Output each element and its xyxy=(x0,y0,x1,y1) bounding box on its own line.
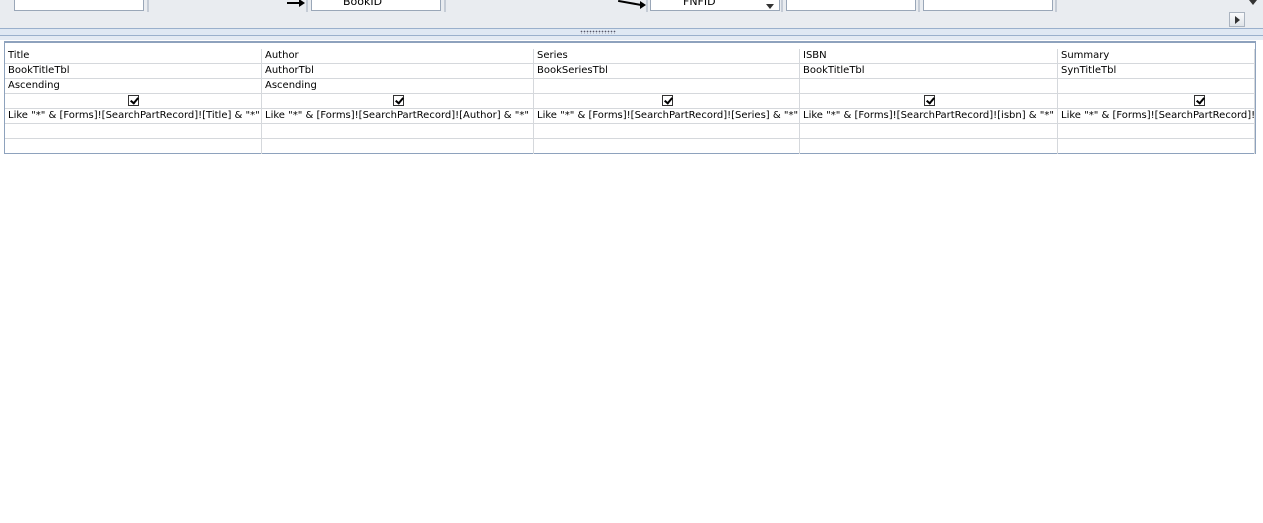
or-cell[interactable] xyxy=(262,139,534,154)
query-design-grid[interactable]: Title Author Series ISBN Summary BookTit… xyxy=(4,41,1256,154)
show-row xyxy=(5,94,1255,109)
sort-cell-summary[interactable] xyxy=(1058,79,1255,94)
splitter-grip-icon[interactable] xyxy=(580,30,616,34)
pane-divider xyxy=(147,0,149,12)
show-cell-summary xyxy=(1058,94,1255,109)
or-cell[interactable] xyxy=(534,139,800,154)
sort-cell-title[interactable]: Ascending xyxy=(5,79,262,94)
table-box-8[interactable] xyxy=(1060,0,1240,11)
show-checkbox-title[interactable] xyxy=(128,95,139,106)
query-design-pane[interactable]: BookID ⚷ FNFID xyxy=(0,0,1263,28)
or-cell[interactable] xyxy=(1058,124,1255,139)
show-cell-isbn xyxy=(800,94,1058,109)
table-box-3[interactable]: BookID xyxy=(311,0,441,11)
table-box-2[interactable] xyxy=(151,0,305,11)
pane-divider xyxy=(781,0,783,12)
or-row xyxy=(5,124,1255,139)
table-box-7[interactable] xyxy=(923,0,1053,11)
table-field-bookid[interactable]: BookID xyxy=(343,0,382,8)
pane-splitter[interactable] xyxy=(0,28,1263,36)
or-cell[interactable] xyxy=(534,124,800,139)
table-cell-author[interactable]: AuthorTbl xyxy=(262,64,534,79)
table-row: BookTitleTbl AuthorTbl BookSeriesTbl Boo… xyxy=(5,64,1255,79)
table-cell-isbn[interactable]: BookTitleTbl xyxy=(800,64,1058,79)
show-checkbox-isbn[interactable] xyxy=(924,95,935,106)
field-cell-series[interactable]: Series xyxy=(534,49,800,64)
pane-divider xyxy=(918,0,920,12)
table-field-fnfid[interactable]: FNFID xyxy=(683,0,716,8)
field-cell-author[interactable]: Author xyxy=(262,49,534,64)
pane-divider xyxy=(306,0,308,12)
table-box-5[interactable]: ⚷ FNFID xyxy=(650,0,780,11)
criteria-cell-series[interactable]: Like "*" & [Forms]![SearchPartRecord]![S… xyxy=(534,109,800,124)
sort-cell-isbn[interactable] xyxy=(800,79,1058,94)
pane-divider xyxy=(1055,0,1057,12)
show-cell-author xyxy=(262,94,534,109)
or-cell[interactable] xyxy=(800,124,1058,139)
grid-frame xyxy=(0,36,1263,40)
relationship-arrow-icon xyxy=(299,0,305,7)
table-cell-series[interactable]: BookSeriesTbl xyxy=(534,64,800,79)
field-cell-isbn[interactable]: ISBN xyxy=(800,49,1058,64)
table-scroll-down-icon[interactable] xyxy=(766,4,774,9)
criteria-cell-author[interactable]: Like "*" & [Forms]![SearchPartRecord]![A… xyxy=(262,109,534,124)
chevron-right-icon xyxy=(1235,16,1240,24)
pane-divider xyxy=(444,0,446,12)
sort-row: Ascending Ascending xyxy=(5,79,1255,94)
or-cell[interactable] xyxy=(1058,139,1255,154)
or-cell[interactable] xyxy=(800,139,1058,154)
or-cell[interactable] xyxy=(5,139,262,154)
table-cell-title[interactable]: BookTitleTbl xyxy=(5,64,262,79)
show-checkbox-summary[interactable] xyxy=(1194,95,1205,106)
show-checkbox-series[interactable] xyxy=(662,95,673,106)
or-cell[interactable] xyxy=(5,124,262,139)
scroll-down-icon[interactable] xyxy=(1249,0,1257,5)
field-cell-summary[interactable]: Summary xyxy=(1058,49,1255,64)
show-cell-series xyxy=(534,94,800,109)
sort-cell-author[interactable]: Ascending xyxy=(262,79,534,94)
field-cell-title[interactable]: Title xyxy=(5,49,262,64)
table-cell-summary[interactable]: SynTitleTbl xyxy=(1058,64,1255,79)
table-box-1[interactable] xyxy=(14,0,144,11)
table-box-6[interactable] xyxy=(786,0,916,11)
or-cell[interactable] xyxy=(262,124,534,139)
show-cell-title xyxy=(5,94,262,109)
criteria-cell-summary[interactable]: Like "*" & [Forms]![SearchPartRecord]![ xyxy=(1058,109,1255,124)
or-row xyxy=(5,139,1255,154)
criteria-cell-isbn[interactable]: Like "*" & [Forms]![SearchPartRecord]![i… xyxy=(800,109,1058,124)
grid-rows: Title Author Series ISBN Summary BookTit… xyxy=(5,49,1255,154)
criteria-row: Like "*" & [Forms]![SearchPartRecord]![T… xyxy=(5,109,1255,124)
scroll-right-button[interactable] xyxy=(1229,12,1245,27)
criteria-cell-title[interactable]: Like "*" & [Forms]![SearchPartRecord]![T… xyxy=(5,109,262,124)
field-row: Title Author Series ISBN Summary xyxy=(5,49,1255,64)
pane-divider xyxy=(646,0,648,12)
show-checkbox-author[interactable] xyxy=(393,95,404,106)
table-box-4[interactable] xyxy=(449,0,645,11)
sort-cell-series[interactable] xyxy=(534,79,800,94)
